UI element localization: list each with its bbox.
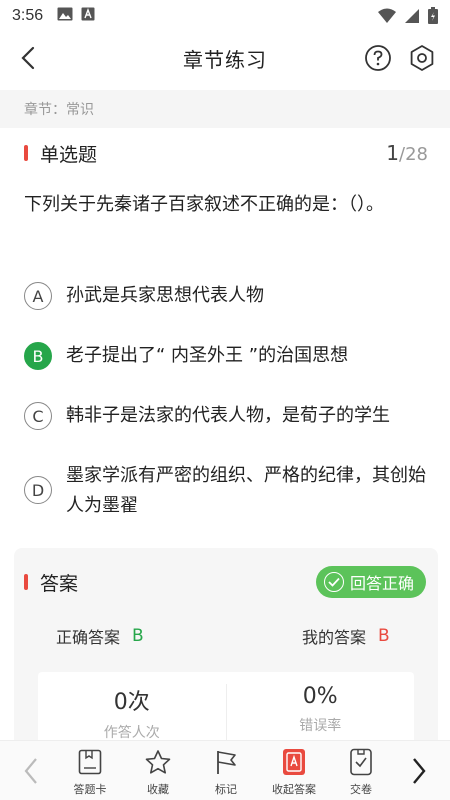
toolbar-label: 交卷 <box>350 783 372 796</box>
option-b[interactable]: B 老子提出了“ 内圣外王 ”的治国思想 <box>24 342 434 371</box>
option-d[interactable]: D 墨家学派有严密的组织、严格的纪律，其创始人为墨翟 <box>24 462 434 521</box>
option-text: 韩非子是法家的代表人物，是荀子的学生 <box>66 405 390 426</box>
option-letter: D <box>24 476 52 504</box>
star-icon <box>143 747 173 777</box>
option-a[interactable]: A 孙武是兵家思想代表人物 <box>24 282 434 311</box>
toolbar-label: 标记 <box>215 783 237 796</box>
flag-icon <box>211 747 241 777</box>
stat-caption: 作答人次 <box>103 725 160 741</box>
favorite-button[interactable]: 收藏 <box>128 747 188 797</box>
section-marker <box>24 574 28 590</box>
chevron-left-icon <box>24 758 37 784</box>
chevron-right-icon <box>413 758 426 784</box>
hide-answer-icon <box>279 747 309 777</box>
settings-hexagon-icon <box>410 45 434 71</box>
question-current: 1 <box>386 141 400 165</box>
correct-answer-value: B <box>132 626 144 646</box>
stat-value: 0% <box>302 684 338 709</box>
submit-paper-icon <box>346 747 376 777</box>
result-badge: 回答正确 <box>315 566 426 598</box>
battery-icon <box>428 7 438 28</box>
bottom-toolbar: 答题卡 收藏 标记 收起答案 交卷 <box>0 740 450 800</box>
question-type-row: 单选题 1/28 <box>0 137 450 169</box>
result-badge-text: 回答正确 <box>349 574 414 593</box>
my-answer-row: 我的答案 B <box>302 624 390 648</box>
back-arrow-icon <box>21 46 35 70</box>
next-question-button[interactable] <box>404 753 434 789</box>
help-icon <box>365 45 391 71</box>
question-counter: 1/28 <box>386 141 428 165</box>
hide-answer-button[interactable]: 收起答案 <box>264 747 324 797</box>
correct-answer-row: 正确答案 B <box>56 624 144 648</box>
option-letter: A <box>24 282 52 310</box>
help-button[interactable] <box>364 44 392 72</box>
settings-button[interactable] <box>408 44 436 72</box>
status-bar: 3:56 <box>0 0 450 32</box>
answer-card-icon <box>75 747 105 777</box>
question-text: 下列关于先秦诸子百家叙述不正确的是：（）。 <box>24 194 384 215</box>
check-icon <box>323 572 344 592</box>
answer-header: 答案 回答正确 <box>14 566 438 598</box>
correct-answer-label: 正确答案 <box>56 628 121 647</box>
mark-button[interactable]: 标记 <box>196 747 256 797</box>
page-title: 章节练习 <box>183 47 267 72</box>
option-text: 墨家学派有严密的组织、严格的纪律，其创始人为墨翟 <box>66 465 426 516</box>
option-text: 孙武是兵家思想代表人物 <box>66 285 264 306</box>
app-notification-icon <box>81 7 95 25</box>
stat-caption: 错误率 <box>299 718 342 734</box>
cell-signal-icon <box>404 8 420 28</box>
app-header: 章节练习 <box>0 32 450 84</box>
option-letter: C <box>24 402 52 430</box>
submit-paper-button[interactable]: 交卷 <box>331 747 391 797</box>
stat-value: 0次 <box>113 690 150 715</box>
option-letter-selected: B <box>24 342 52 370</box>
answer-panel: 答案 回答正确 正确答案 B 我的答案 B 0次 作答人次 0% 错误率 <box>14 548 438 752</box>
toolbar-label: 收藏 <box>147 783 169 796</box>
option-c[interactable]: C 韩非子是法家的代表人物，是荀子的学生 <box>24 402 434 431</box>
answer-card-button[interactable]: 答题卡 <box>60 747 120 797</box>
status-time: 3:56 <box>12 7 44 24</box>
image-notification-icon <box>57 7 73 25</box>
back-button[interactable] <box>14 44 42 72</box>
prev-question-button[interactable] <box>16 753 46 789</box>
my-answer-value: B <box>378 626 390 646</box>
wifi-icon <box>378 8 396 28</box>
question-total: /28 <box>399 144 428 165</box>
toolbar-label: 收起答案 <box>272 783 316 796</box>
toolbar-label: 答题卡 <box>73 783 107 796</box>
option-text: 老子提出了“ 内圣外王 ”的治国思想 <box>66 345 349 366</box>
answer-title: 答案 <box>40 572 79 595</box>
my-answer-label: 我的答案 <box>302 628 367 647</box>
section-marker <box>24 145 28 161</box>
question-type-label: 单选题 <box>40 143 98 166</box>
chapter-label: 章节：常识 <box>0 90 450 128</box>
